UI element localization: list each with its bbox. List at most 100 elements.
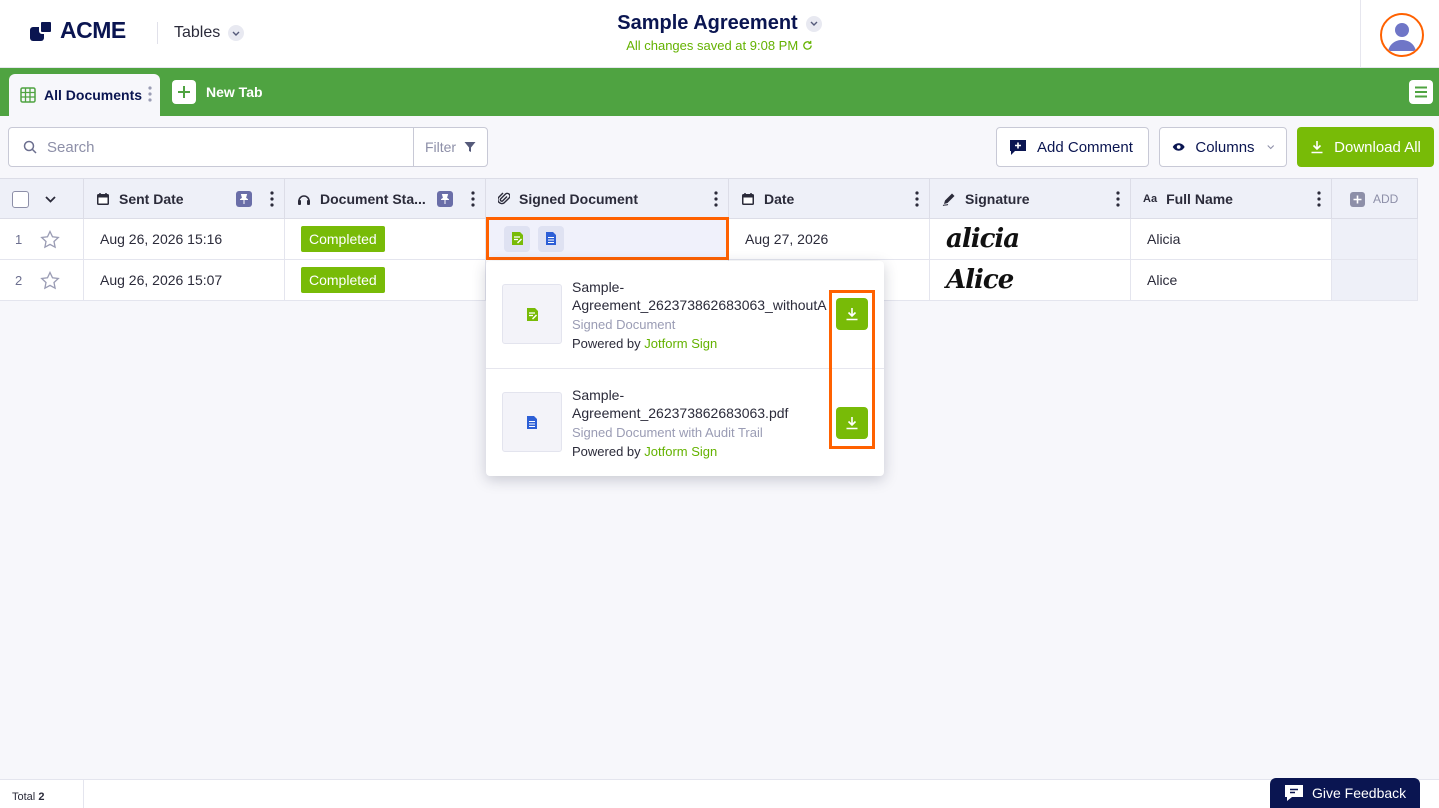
column-label: Full Name [1166,191,1233,207]
search-box [8,127,414,167]
chevron-down-icon [805,15,822,32]
download-icon [846,308,858,321]
table-grid-icon [20,87,36,103]
status-cell[interactable]: Completed [285,219,486,259]
add-column-button[interactable]: ADD [1332,179,1418,219]
download-icon [1311,141,1323,154]
save-status-text: All changes saved at 9:08 PM [626,38,799,53]
total-count: 2 [38,791,45,803]
select-all-column [0,179,84,219]
file-download-button[interactable] [836,298,868,330]
search-input[interactable] [47,138,387,156]
file-list-popup: Sample- Agreement_262373862683063_withou… [486,261,884,476]
column-options-icon[interactable] [471,191,475,210]
new-tab-button[interactable]: New Tab [172,80,263,104]
total-label: Total [12,791,36,803]
status-cell[interactable]: Completed [285,260,486,300]
text-icon: Aa [1143,193,1158,205]
pin-icon[interactable] [437,191,453,207]
column-options-icon[interactable] [1317,191,1321,210]
add-column-label: ADD [1373,192,1399,206]
save-status: All changes saved at 9:08 PM [0,38,1439,53]
column-options-icon[interactable] [1116,191,1120,210]
column-header-signature[interactable]: Signature [930,179,1131,219]
column-options-icon[interactable] [714,191,718,210]
column-label: Date [764,191,795,207]
tab-bar: All Documents New Tab [0,68,1439,116]
column-options-icon[interactable] [270,191,274,210]
tab-options-icon[interactable] [148,86,152,107]
column-header-document-status[interactable]: Document Sta... [285,179,486,219]
powered-by-brand-link[interactable]: Jotform Sign [644,336,717,351]
file-name: Sample- Agreement_262373862683063.pdf [572,386,838,422]
eye-icon [1172,143,1185,151]
tab-all-documents[interactable]: All Documents [9,74,160,116]
column-header-date[interactable]: Date [729,179,930,219]
row-number-cell: 1 [0,219,84,259]
header-divider-right [1360,0,1361,68]
user-icon [1388,23,1416,51]
feedback-icon [1285,785,1303,801]
row-number: 2 [15,272,23,288]
user-avatar[interactable] [1380,13,1424,57]
new-tab-label: New Tab [206,84,263,100]
file-type: Signed Document with Audit Trail [572,425,763,440]
file-thumbnail [502,392,562,452]
star-icon[interactable] [40,229,61,249]
file-type: Signed Document [572,317,676,332]
file-item[interactable]: Sample- Agreement_262373862683063_withou… [486,261,884,369]
file-name-line: Sample- [572,279,625,295]
file-item[interactable]: Sample- Agreement_262373862683063.pdf Si… [486,368,884,476]
calendar-icon [741,192,755,206]
row-total: Total 2 [12,791,44,803]
column-label: Signature [965,191,1030,207]
date-cell[interactable]: Aug 27, 2026 [729,219,930,259]
hamburger-icon [1415,86,1427,98]
select-all-checkbox[interactable] [12,190,29,208]
signed-doc-chip[interactable] [504,225,530,252]
column-header-sent-date[interactable]: Sent Date [84,179,285,219]
column-options-icon[interactable] [915,191,919,210]
menu-button[interactable] [1409,80,1433,104]
full-name-cell[interactable]: Alicia [1131,219,1332,259]
top-header: ACME Tables Sample Agreement All changes… [0,0,1439,68]
pin-icon[interactable] [236,191,252,207]
full-name-cell[interactable]: Alice [1131,260,1332,300]
selected-signed-document-cell[interactable] [486,217,729,260]
document-title-switcher[interactable]: Sample Agreement [617,12,822,35]
pdf-doc-icon [527,415,537,429]
add-comment-button[interactable]: Add Comment [996,127,1149,167]
document-title: Sample Agreement [617,12,798,34]
powered-by: Powered by Jotform Sign [572,336,717,351]
filter-label: Filter [424,139,457,155]
signature-cell[interactable]: alicia [930,219,1131,259]
signature-image: Alice [946,265,1014,295]
footer-divider [83,780,84,808]
plus-icon [172,80,196,104]
file-name-line: Sample- [572,387,625,403]
file-thumbnail [502,284,562,344]
sent-date-cell[interactable]: Aug 26, 2026 15:16 [84,219,285,259]
table-header: Sent Date Document Sta... Signed Documen… [0,178,1418,219]
file-name-line: Agreement_262373862683063.pdf [572,405,789,421]
download-all-button[interactable]: Download All [1297,127,1434,167]
column-header-full-name[interactable]: Aa Full Name [1131,179,1332,219]
chevron-down-icon [1266,145,1274,150]
give-feedback-label: Give Feedback [1312,785,1407,801]
signature-cell[interactable]: Alice [930,260,1131,300]
pdf-doc-chip[interactable] [538,225,564,252]
columns-button[interactable]: Columns [1159,127,1287,167]
tab-label: All Documents [44,87,143,103]
paperclip-icon [498,192,510,206]
powered-by-brand-link[interactable]: Jotform Sign [644,444,717,459]
file-download-button[interactable] [836,407,868,439]
filter-button[interactable]: Filter [413,127,488,167]
comment-plus-icon [1010,140,1026,155]
star-icon[interactable] [40,270,61,290]
give-feedback-button[interactable]: Give Feedback [1270,778,1420,808]
column-header-signed-document[interactable]: Signed Document [486,179,729,219]
signed-doc-icon [511,232,523,245]
sent-date-cell[interactable]: Aug 26, 2026 15:07 [84,260,285,300]
chevron-down-icon[interactable] [45,195,56,203]
column-label: Signed Document [519,191,639,207]
